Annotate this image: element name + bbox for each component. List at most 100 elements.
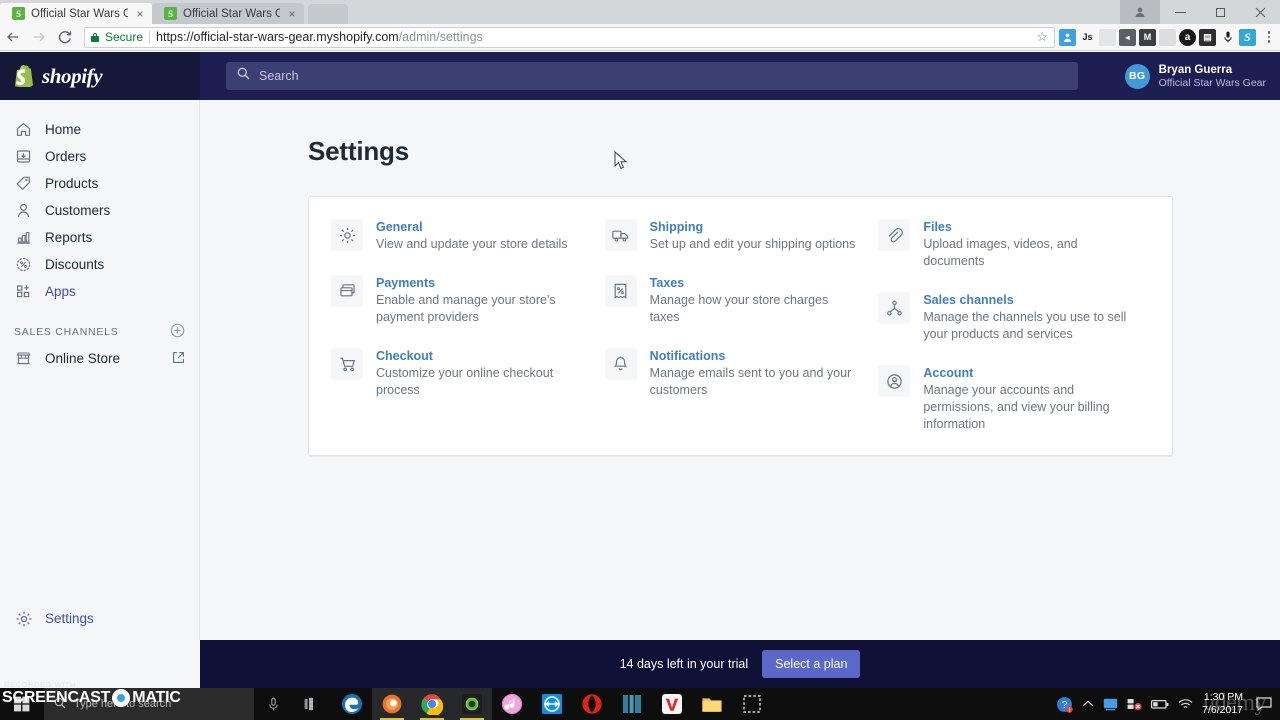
setting-description: Manage emails sent to you and your custo…	[649, 366, 852, 397]
help-alert-icon[interactable]: ?!	[1056, 696, 1073, 713]
browser-menu-icon[interactable]	[1258, 24, 1280, 51]
sidebar-item-products[interactable]: Products	[0, 170, 199, 197]
plus-circle-icon[interactable]	[170, 323, 185, 341]
reload-icon[interactable]	[52, 24, 78, 51]
setting-description: Enable and manage your store's payment p…	[376, 293, 556, 324]
shopify-wordmark: shopify	[42, 63, 103, 88]
sidebar-item-label: Home	[45, 122, 82, 137]
clock-time: 1:30 PM	[1203, 691, 1243, 703]
shopify-top-bar: shopify Search BG Bryan Guerra Official …	[0, 52, 1280, 100]
app-blue-bars-icon[interactable]	[612, 688, 652, 720]
extension-pocket-icon[interactable]: ◂	[1119, 28, 1136, 46]
itunes-icon[interactable]	[492, 688, 532, 720]
setting-item-files[interactable]: Files Upload images, videos, and documen…	[878, 219, 1152, 270]
setting-title[interactable]: Sales channels	[923, 293, 1128, 307]
user-menu[interactable]: BG Bryan Guerra Official Star Wars Gear	[1119, 60, 1272, 92]
file-explorer-icon[interactable]	[692, 688, 732, 720]
close-icon[interactable]: ×	[134, 8, 146, 20]
firefox-icon[interactable]	[372, 688, 412, 720]
setting-item-account[interactable]: Account Manage your accounts and permiss…	[878, 365, 1152, 433]
opera-icon[interactable]	[572, 688, 612, 720]
taskbar-clock[interactable]: 1:30 PM 7/6/2017	[1202, 691, 1247, 717]
edge-icon[interactable]	[332, 688, 372, 720]
browser-tab-1[interactable]: S Official Star Wars Gear – ×	[0, 3, 152, 24]
bell-icon	[604, 348, 637, 380]
shopify-logo[interactable]: shopify	[0, 52, 200, 100]
extension-keeper-icon[interactable]	[1059, 28, 1076, 46]
display-icon[interactable]	[1103, 698, 1118, 711]
sidebar-item-label: Products	[45, 176, 99, 191]
sidebar-item-home[interactable]: Home	[0, 116, 199, 143]
setting-item-taxes[interactable]: Taxes Manage how your store charges taxe…	[604, 275, 879, 326]
setting-item-notifications[interactable]: Notifications Manage emails sent to you …	[604, 348, 879, 399]
network-warning-icon[interactable]	[1127, 698, 1142, 711]
settings-card: General View and update your store detai…	[308, 196, 1173, 456]
browser-tab-title: Official Star Wars Gear –	[31, 7, 128, 20]
extension-microphone-icon[interactable]	[1219, 28, 1236, 46]
microphone-icon[interactable]	[254, 688, 292, 720]
extension-grey-2-icon[interactable]	[1159, 28, 1176, 46]
bar-chart-icon	[14, 228, 33, 247]
close-button[interactable]	[1240, 0, 1280, 24]
wifi-icon[interactable]	[1178, 698, 1193, 710]
chevron-up-icon[interactable]	[1082, 699, 1094, 709]
sidebar-item-apps[interactable]: Apps	[0, 278, 199, 305]
chrome-icon[interactable]	[412, 688, 452, 720]
sidebar-item-customers[interactable]: Customers	[0, 197, 199, 224]
vivaldi-icon[interactable]	[652, 688, 692, 720]
sidebar-item-settings[interactable]: Settings	[0, 605, 200, 632]
snip-tool-icon[interactable]	[732, 688, 772, 720]
setting-item-checkout[interactable]: Checkout Customize your online checkout …	[331, 348, 605, 399]
setting-title[interactable]: Account	[923, 366, 1128, 380]
address-bar[interactable]: Secure https://official-star-wars-gear.m…	[84, 26, 1055, 48]
setting-item-general[interactable]: General View and update your store detai…	[331, 219, 605, 253]
taskview-icon[interactable]	[292, 688, 332, 720]
sidebar-item-online-store[interactable]: Online Store	[0, 345, 199, 372]
setting-item-payments[interactable]: Payments Enable and manage your store's …	[331, 275, 605, 326]
setting-title[interactable]: Notifications	[650, 349, 860, 363]
bookmark-star-icon[interactable]: ☆	[1036, 29, 1048, 45]
extension-amazon-icon[interactable]: a	[1179, 28, 1196, 46]
setting-description: View and update your store details	[376, 237, 568, 251]
maximize-button[interactable]	[1200, 0, 1240, 24]
extension-mailtrack-icon[interactable]: M	[1139, 28, 1156, 46]
extension-contacts-icon[interactable]: ▤	[1199, 28, 1216, 46]
sidebar-item-orders[interactable]: Orders	[0, 143, 199, 170]
url-path: /admin/settings	[398, 30, 483, 44]
setting-title[interactable]: General	[376, 220, 568, 234]
extension-js-icon[interactable]: Js	[1079, 28, 1096, 46]
select-a-plan-button[interactable]: Select a plan	[762, 650, 861, 678]
close-icon[interactable]: ×	[286, 8, 298, 20]
user-store-name: Official Star Wars Gear	[1158, 76, 1266, 89]
record-dot-icon	[112, 689, 131, 707]
sidebar-item-reports[interactable]: Reports	[0, 224, 199, 251]
extension-skype-icon[interactable]: S	[1239, 28, 1256, 46]
camtasia-icon[interactable]	[452, 688, 492, 720]
speech-bubble-icon[interactable]	[1256, 697, 1272, 711]
setting-title[interactable]: Files	[923, 220, 1138, 234]
setting-item-shipping[interactable]: Shipping Set up and edit your shipping o…	[604, 219, 879, 253]
taskbar-apps	[292, 688, 772, 720]
external-link-icon[interactable]	[172, 351, 199, 367]
setting-title[interactable]: Shipping	[650, 220, 856, 234]
minimize-button[interactable]	[1160, 0, 1200, 24]
gear-icon	[331, 219, 363, 251]
account-circle-icon	[878, 365, 911, 397]
setting-text: Account Manage your accounts and permiss…	[923, 365, 1128, 433]
profile-icon[interactable]	[1120, 0, 1160, 24]
sidebar-item-discounts[interactable]: Discounts	[0, 251, 199, 278]
shopify-favicon: S	[12, 7, 25, 20]
trial-banner: 14 days left in your trial Select a plan	[200, 640, 1280, 688]
search-input[interactable]: Search	[226, 62, 1078, 90]
back-icon[interactable]	[0, 24, 26, 51]
setting-title[interactable]: Payments	[376, 276, 586, 290]
setting-item-sales-channels[interactable]: Sales channels Manage the channels you u…	[878, 292, 1152, 343]
battery-icon[interactable]	[1151, 699, 1169, 710]
browser-tab-2[interactable]: S Official Star Wars Gear – ×	[152, 3, 304, 24]
setting-title[interactable]: Checkout	[376, 349, 586, 363]
new-tab-button[interactable]	[308, 4, 348, 24]
teamviewer-icon[interactable]	[532, 688, 572, 720]
extension-grey-1-icon[interactable]	[1099, 28, 1116, 46]
setting-title[interactable]: Taxes	[650, 276, 860, 290]
